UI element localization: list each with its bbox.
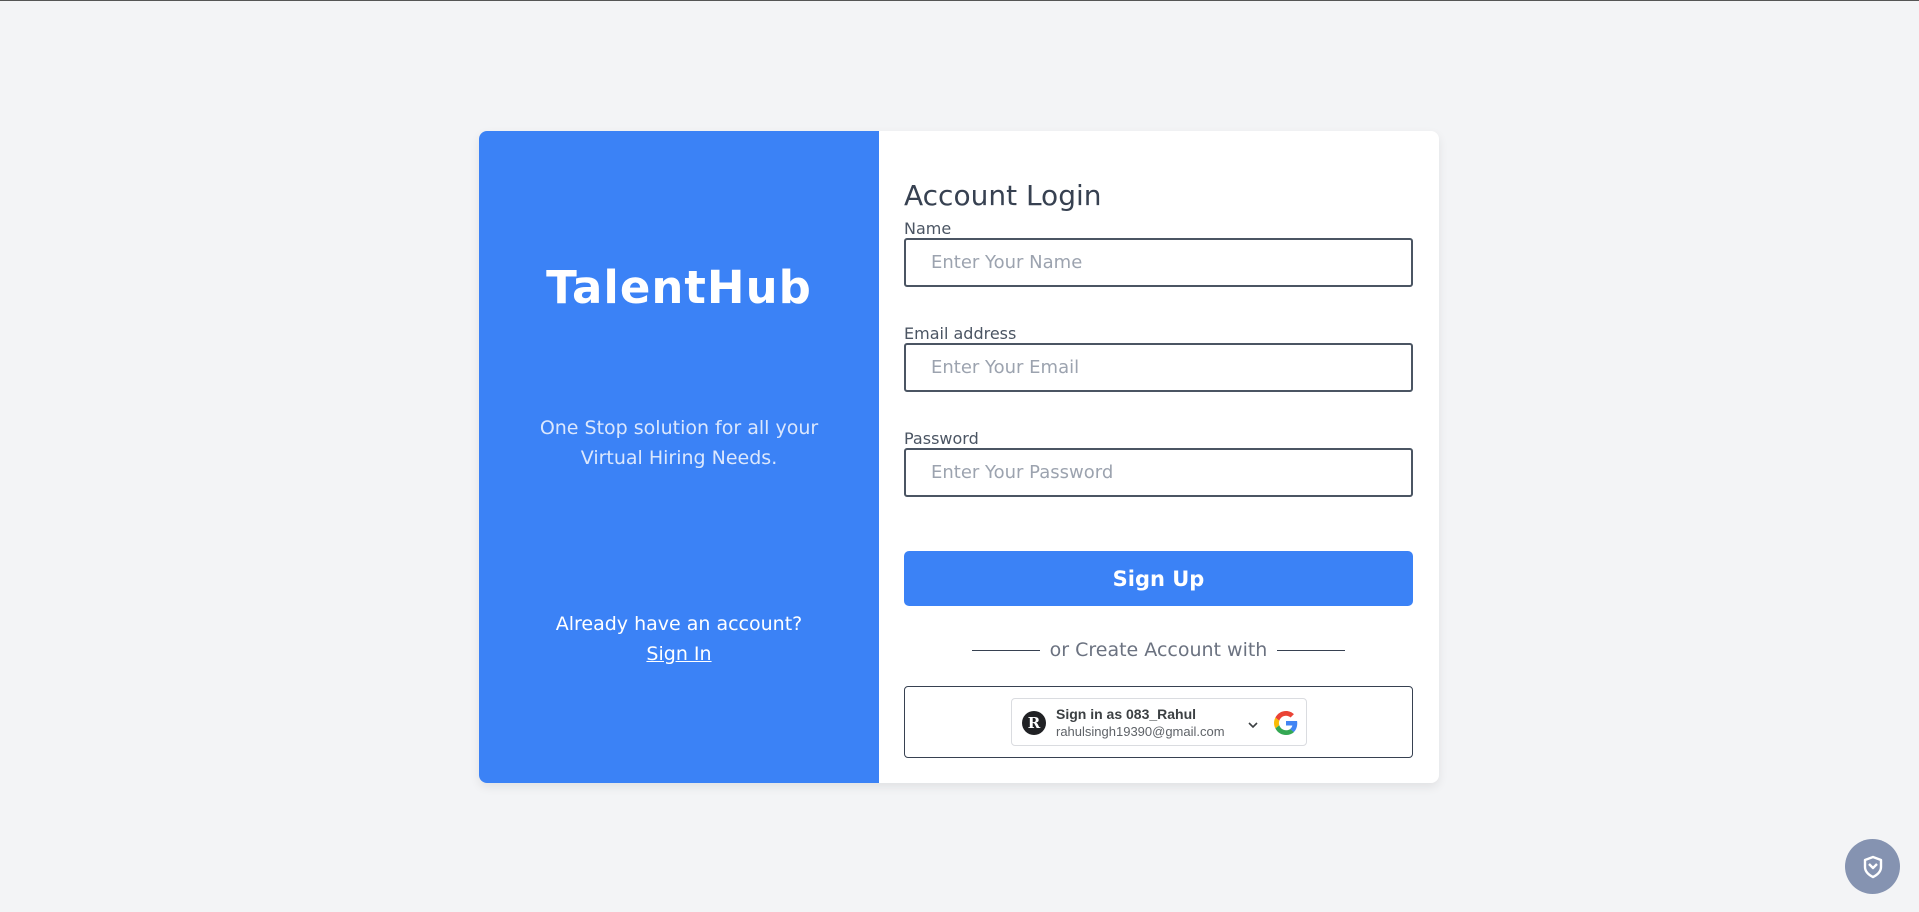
google-signin-container: R Sign in as 083_Rahul rahulsingh19390@g… [904, 686, 1413, 758]
brand-panel: TalentHub One Stop solution for all your… [479, 131, 879, 783]
name-input[interactable] [904, 238, 1413, 287]
brand-title: TalentHub [546, 261, 812, 314]
divider-line-right [1277, 649, 1346, 651]
already-have-account-text: Already have an account? [555, 613, 803, 635]
auth-card: TalentHub One Stop solution for all your… [479, 131, 1439, 783]
signin-prompt: Already have an account? Sign In [479, 609, 879, 669]
google-signin-button[interactable]: R Sign in as 083_Rahul rahulsingh19390@g… [1011, 698, 1307, 746]
top-border [0, 0, 1919, 1]
brand-tagline: One Stop solution for all your Virtual H… [539, 417, 819, 469]
google-account-name: Sign in as 083_Rahul [1056, 706, 1197, 722]
divider-text: or Create Account with [1049, 639, 1268, 661]
name-label: Name [904, 219, 952, 238]
signup-button[interactable]: Sign Up [904, 551, 1413, 606]
google-account-email: rahulsingh19390@gmail.com [1056, 724, 1225, 739]
google-g-icon [1274, 711, 1298, 735]
account-avatar: R [1022, 711, 1046, 735]
shield-icon [1863, 855, 1882, 878]
floating-shield-button[interactable] [1845, 839, 1900, 894]
social-divider: or Create Account with [904, 635, 1413, 665]
divider-line-left [971, 649, 1040, 651]
password-label: Password [904, 429, 979, 448]
form-title: Account Login [904, 179, 1102, 212]
password-input[interactable] [904, 448, 1413, 497]
email-label: Email address [904, 324, 1017, 343]
signin-link[interactable]: Sign In [646, 639, 711, 669]
email-input[interactable] [904, 343, 1413, 392]
chevron-down-icon[interactable] [1248, 720, 1258, 730]
form-panel: Account Login Name Email address Passwor… [879, 131, 1439, 783]
